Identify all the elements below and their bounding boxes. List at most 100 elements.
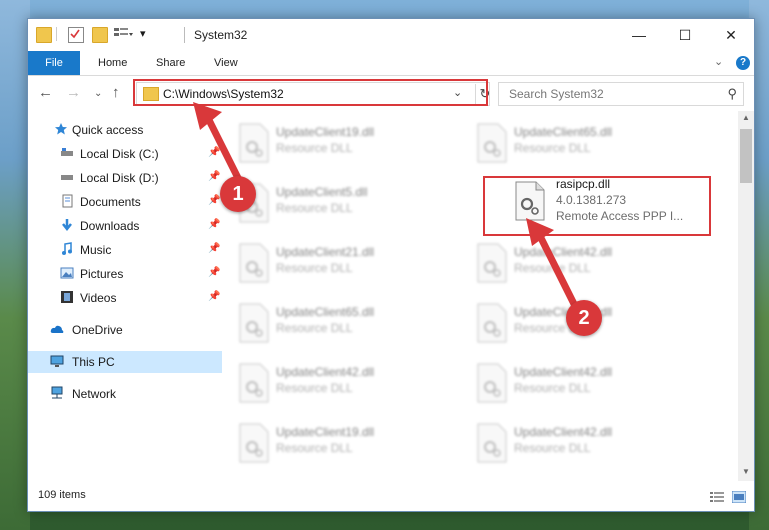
- pin-icon[interactable]: 📌: [208, 195, 220, 206]
- new-folder-icon[interactable]: [92, 27, 108, 43]
- window-title: System32: [194, 28, 248, 42]
- file-type: Resource DLL: [514, 441, 591, 455]
- file-name: UpdateClient42.dll: [514, 245, 613, 259]
- file-type: Resource DLL: [514, 381, 591, 395]
- file-item[interactable]: UpdateClient42.dll Resource DLL: [470, 357, 696, 415]
- file-type: Resource DLL: [514, 141, 591, 155]
- file-item[interactable]: UpdateClient19.dll Resource DLL: [232, 417, 458, 475]
- nav-item-label: Downloads: [80, 219, 140, 233]
- title-bar: ▾ System32 — ☐ ✕: [28, 19, 754, 51]
- file-item[interactable]: UpdateClient42.dll Resource DLL: [470, 237, 696, 295]
- nav-item-label: OneDrive: [72, 323, 123, 337]
- computer-icon: [50, 355, 64, 367]
- close-button[interactable]: ✕: [708, 19, 754, 51]
- dll-file-icon: [477, 303, 507, 343]
- file-type: Resource DLL: [276, 261, 353, 275]
- nav-item-music[interactable]: Music 📌: [28, 239, 222, 261]
- nav-item-label: Pictures: [80, 267, 124, 281]
- videos-icon: [61, 291, 73, 303]
- nav-item-network[interactable]: Network: [28, 383, 222, 405]
- scroll-up-icon[interactable]: ▲: [738, 113, 754, 122]
- help-icon[interactable]: ?: [736, 56, 750, 70]
- dll-file-icon: [477, 423, 507, 463]
- search-box[interactable]: Search System32 ⚲: [498, 82, 744, 106]
- file-name: UpdateClient5.dll: [276, 185, 368, 199]
- minimize-button[interactable]: —: [616, 19, 662, 51]
- nav-item-downloads[interactable]: Downloads 📌: [28, 215, 222, 237]
- drive-icon: [61, 148, 73, 156]
- file-name: UpdateClient21.dll: [276, 245, 375, 259]
- maximize-button[interactable]: ☐: [662, 19, 708, 51]
- file-item[interactable]: UpdateClient21.dll Resource DLL: [232, 237, 458, 295]
- pin-icon[interactable]: 📌: [208, 267, 220, 278]
- recent-locations-icon[interactable]: ⌄: [94, 88, 102, 99]
- dll-file-icon: [477, 363, 507, 403]
- cloud-icon: [50, 325, 64, 333]
- nav-item-local-disk-d[interactable]: Local Disk (D:) 📌: [28, 167, 222, 189]
- large-icons-view-icon[interactable]: [732, 491, 746, 503]
- nav-item-local-disk-c[interactable]: Local Disk (C:) 📌: [28, 143, 222, 165]
- folder-icon: [36, 27, 52, 43]
- file-item[interactable]: UpdateClient65.dll Resource DLL: [232, 297, 458, 355]
- pin-icon[interactable]: 📌: [208, 147, 220, 158]
- nav-item-documents[interactable]: Documents 📌: [28, 191, 222, 213]
- dll-file-icon: [239, 363, 269, 403]
- desktop-background-left: [0, 0, 30, 530]
- dll-file-icon: [239, 123, 269, 163]
- file-item[interactable]: UpdateClient65.dll Resource DLL: [470, 117, 696, 175]
- file-item[interactable]: UpdateClient42.dll Resource DLL: [470, 417, 696, 475]
- tab-share[interactable]: Share: [156, 51, 185, 75]
- address-bar-highlight: [133, 79, 488, 106]
- tab-file[interactable]: File: [28, 51, 80, 75]
- network-icon: [51, 386, 63, 399]
- chevron-down-icon[interactable]: ⌄: [714, 55, 723, 68]
- nav-item-this-pc[interactable]: This PC: [28, 351, 222, 373]
- pictures-icon: [60, 267, 74, 279]
- pin-icon[interactable]: 📌: [208, 291, 220, 302]
- file-item[interactable]: UpdateClient5.dll Resource DLL: [232, 177, 458, 235]
- status-bar: 109 items: [28, 483, 754, 511]
- details-view-icon[interactable]: [710, 491, 724, 503]
- vertical-scrollbar[interactable]: ▲ ▼: [738, 111, 754, 481]
- nav-item-label: Local Disk (D:): [80, 171, 159, 185]
- file-name: UpdateClient42.dll: [514, 365, 613, 379]
- file-type: Resource DLL: [276, 321, 353, 335]
- file-type: Resource DLL: [514, 261, 591, 275]
- pin-icon[interactable]: 📌: [208, 243, 220, 254]
- item-count: 109 items: [38, 489, 86, 501]
- quick-access-dropdown-icon[interactable]: ▾: [140, 27, 154, 41]
- file-name: UpdateClient19.dll: [276, 125, 375, 139]
- tab-home[interactable]: Home: [98, 51, 127, 75]
- nav-item-label: Local Disk (C:): [80, 147, 159, 161]
- step-badge-2: 2: [566, 300, 602, 336]
- navigation-pane: Quick access Local Disk (C:) 📌 Local Dis…: [28, 111, 222, 481]
- properties-icon[interactable]: [68, 27, 84, 43]
- nav-item-videos[interactable]: Videos 📌: [28, 287, 222, 309]
- dll-file-icon: [239, 423, 269, 463]
- scrollbar-thumb[interactable]: [740, 129, 752, 183]
- scroll-down-icon[interactable]: ▼: [738, 467, 754, 476]
- file-name: UpdateClient65.dll: [276, 305, 375, 319]
- back-arrow-icon[interactable]: ←: [38, 84, 53, 101]
- customize-view-icon[interactable]: [114, 27, 133, 41]
- up-arrow-icon[interactable]: ↑: [112, 84, 120, 101]
- search-input[interactable]: Search System32: [509, 87, 604, 101]
- forward-arrow-icon[interactable]: →: [66, 84, 81, 101]
- nav-item-pictures[interactable]: Pictures 📌: [28, 263, 222, 285]
- ribbon-tabs: File Home Share View ⌄ ?: [28, 51, 754, 76]
- nav-item-quick-access[interactable]: Quick access: [28, 119, 222, 141]
- nav-item-onedrive[interactable]: OneDrive: [28, 319, 222, 341]
- pin-icon[interactable]: 📌: [208, 219, 220, 230]
- file-type: Resource DLL: [276, 141, 353, 155]
- file-item[interactable]: UpdateClient42.dll Resource DLL: [232, 357, 458, 415]
- star-icon: [55, 123, 67, 135]
- drive-icon: [61, 175, 73, 180]
- tab-view[interactable]: View: [214, 51, 238, 75]
- dll-file-icon: [477, 243, 507, 283]
- nav-item-label: Videos: [80, 291, 117, 305]
- pin-icon[interactable]: 📌: [208, 171, 220, 182]
- file-list: UpdateClient19.dll Resource DLL UpdateCl…: [232, 111, 736, 481]
- file-type: Resource DLL: [276, 201, 353, 215]
- file-item[interactable]: UpdateClient19.dll Resource DLL: [232, 117, 458, 175]
- file-type: Resource DLL: [276, 381, 353, 395]
